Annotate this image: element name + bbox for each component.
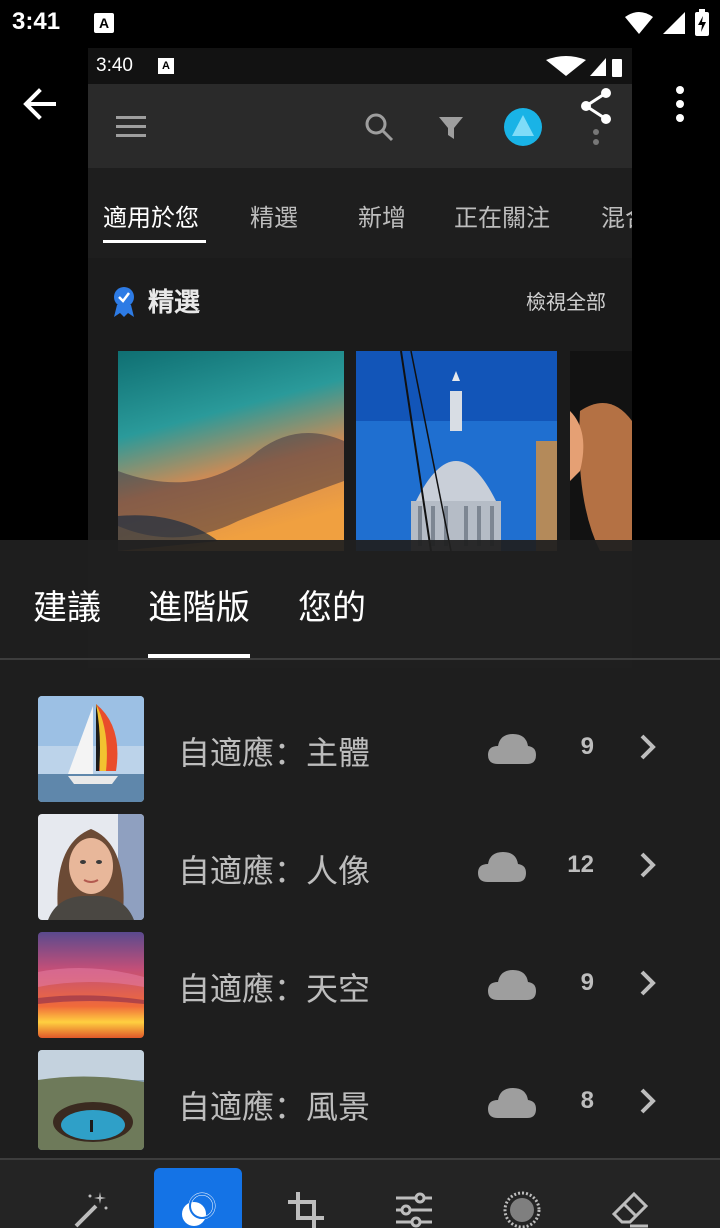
embedded-tab-following: 正在關注 [454,204,550,232]
chevron-right-icon [640,1088,656,1114]
status-icons [624,9,710,37]
embedded-more-icon [593,129,599,145]
tab-yours[interactable]: 您的 [298,580,366,629]
preset-count: 12 [567,851,594,878]
more-vertical-icon [676,86,684,122]
adjust-sliders-icon [396,1192,432,1228]
presets-bottom-sheet: 建議 進階版 您的 自適應：主體 9 自適應：人像 12 自適應：天空 9 自適… [0,540,720,1228]
tab-premium[interactable]: 進階版 [148,580,250,629]
cloud-icon [478,852,526,882]
cloud-icon [488,734,536,764]
magic-wand-icon [74,1192,108,1228]
status-bar: 3:41 A [0,0,720,48]
auto-button[interactable] [46,1168,134,1228]
edit-toolbar [0,1158,720,1228]
preset-thumbnail-crater-lake [38,1050,144,1150]
vignette-icon [503,1191,541,1228]
photo-dancer-motion [570,351,632,551]
preset-count: 9 [580,733,594,760]
cloud-icon [488,970,536,1000]
share-icon [581,88,611,124]
embedded-tabs: 適用於您 精選 新增 正在關注 混合 [88,168,632,258]
adjust-button[interactable] [370,1168,458,1228]
chevron-right-icon [640,970,656,996]
embedded-tab-indicator [103,240,206,243]
back-button[interactable] [18,82,62,126]
embedded-featured-title: 精選 [148,288,201,318]
cloud-icon [488,1088,536,1118]
preset-label: 自適應：天空 [178,970,371,1008]
chevron-right-icon [640,852,656,878]
preset-label: 自適應：風景 [178,1088,371,1126]
preset-category-tabs: 建議 進階版 您的 [0,540,720,660]
embedded-status-bar: 3:40 A [88,48,632,84]
preset-row-sky[interactable]: 自適應：天空 9 [0,932,720,1040]
embedded-notification-icon: A [158,58,174,74]
crop-icon [288,1192,324,1228]
embedded-tab-mixed: 混合 [601,204,632,232]
embedded-toolbar [88,84,632,168]
profile-avatar-icon [504,108,542,146]
photo-abstract-sky [118,351,344,551]
healing-button[interactable] [586,1168,674,1228]
preset-thumbnail-portrait [38,814,144,920]
preset-row-landscape[interactable]: 自適應：風景 8 [0,1050,720,1158]
tab-recommended[interactable]: 建議 [33,580,101,629]
crop-button[interactable] [262,1168,350,1228]
status-time: 3:41 [12,8,61,35]
preset-count: 8 [580,1087,594,1114]
embedded-tab-featured: 精選 [250,204,298,232]
battery-charging-icon [695,9,709,36]
filter-icon [439,117,463,139]
hamburger-menu-icon [116,116,146,137]
preset-row-subject[interactable]: 自適應：主體 9 [0,696,720,804]
preset-label: 自適應：人像 [178,852,371,890]
embedded-view-all: 檢視全部 [526,290,606,314]
arrow-left-icon [23,88,56,120]
masking-icon [182,1192,216,1226]
award-ribbon-icon [114,287,134,317]
embedded-status-icons [546,56,622,77]
embedded-status-time: 3:40 [96,55,133,76]
wifi-icon [625,12,653,34]
vignette-button[interactable] [478,1168,566,1228]
signal-icon [663,12,685,34]
active-tab-indicator [148,654,250,658]
notification-a-icon: A [94,13,114,33]
more-options-button[interactable] [664,82,696,126]
preset-thumbnail-sailboat [38,696,144,802]
embedded-tab-for-you: 適用於您 [103,204,199,232]
chevron-right-icon [640,734,656,760]
preset-thumbnail-sunset-sky [38,932,144,1038]
embedded-tab-new: 新增 [358,204,406,232]
preset-count: 9 [580,969,594,996]
masking-button[interactable] [154,1168,242,1228]
preset-label: 自適應：主體 [178,734,371,772]
preset-row-portrait[interactable]: 自適應：人像 12 [0,814,720,922]
photo-cathedral-dome [356,351,557,551]
search-icon [365,113,394,142]
eraser-icon [611,1191,649,1228]
